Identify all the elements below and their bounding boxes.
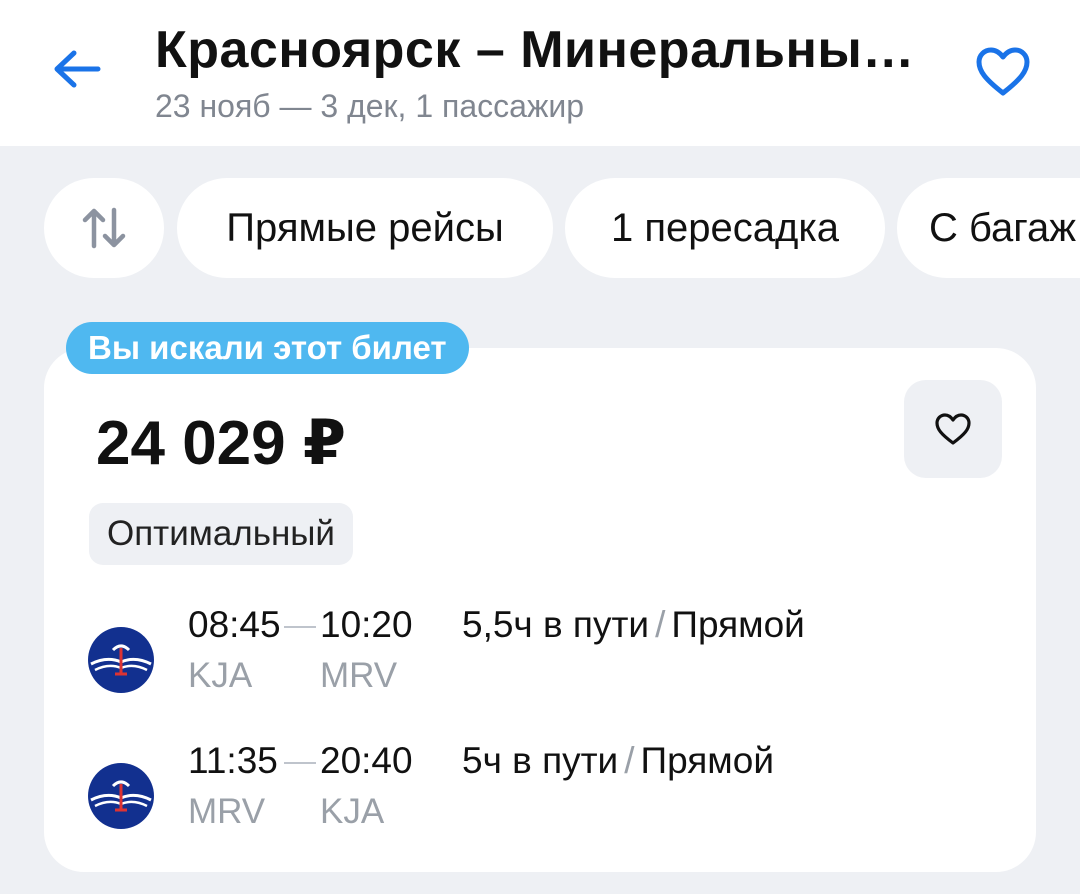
- arrow-left-icon: [54, 50, 101, 88]
- time-separator: [284, 762, 316, 764]
- arrival-time: 20:40: [320, 740, 413, 781]
- duration-text: 5,5ч в пути: [462, 604, 650, 645]
- departure-time: 08:45: [188, 604, 281, 645]
- heart-outline-icon: [976, 47, 1030, 96]
- departure-airport-code: KJA: [188, 656, 253, 695]
- favorite-ticket-button[interactable]: [904, 380, 1002, 478]
- search-summary: 23 нояб — 3 дек, 1 пассажир: [155, 88, 585, 124]
- departure-time: 11:35: [188, 740, 278, 781]
- time-separator: [284, 626, 316, 628]
- departure-airport-code: MRV: [188, 792, 266, 831]
- duration-text: 5ч в пути: [462, 740, 619, 781]
- ticket-price: 24 029 ₽: [96, 409, 346, 478]
- duration-separator: /: [655, 604, 666, 645]
- arrival-airport-code: KJA: [320, 792, 385, 831]
- sort-button[interactable]: [44, 178, 164, 278]
- ticket-tag: Оптимальный: [89, 503, 353, 565]
- duration-separator: /: [624, 740, 635, 781]
- aeroflot-logo-icon: [88, 763, 154, 829]
- flight-duration: 5,5ч в пути / Прямой: [462, 604, 805, 646]
- ticket-card[interactable]: 24 029 ₽ Оптимальный 08:45 10:20 KJA MRV…: [44, 348, 1036, 872]
- filter-one-stop[interactable]: 1 пересадка: [565, 178, 885, 278]
- top-bar: Красноярск – Минеральны… 23 нояб — 3 дек…: [0, 0, 1080, 146]
- arrival-time: 10:20: [320, 604, 413, 645]
- filter-direct-flights[interactable]: Прямые рейсы: [177, 178, 553, 278]
- heart-outline-icon: [935, 413, 971, 445]
- arrival-airport-code: MRV: [320, 656, 398, 695]
- filter-chips: Прямые рейсы 1 пересадка С багаж: [0, 178, 1080, 278]
- filter-with-baggage[interactable]: С багаж: [897, 178, 1080, 278]
- flight-segment-outbound: 08:45 10:20 KJA MRV 5,5ч в пути / Прямой: [44, 604, 1036, 714]
- flight-type: Прямой: [640, 740, 774, 781]
- sort-arrows-icon: [82, 207, 126, 249]
- back-button[interactable]: [48, 40, 106, 98]
- flight-segment-return: 11:35 20:40 MRV KJA 5ч в пути / Прямой: [44, 740, 1036, 850]
- flight-duration: 5ч в пути / Прямой: [462, 740, 774, 782]
- favorite-route-button[interactable]: [970, 40, 1036, 104]
- flight-type: Прямой: [671, 604, 805, 645]
- page-title: Красноярск – Минеральны…: [155, 21, 915, 79]
- aeroflot-logo-icon: [88, 627, 154, 693]
- searched-ticket-badge: Вы искали этот билет: [66, 322, 469, 374]
